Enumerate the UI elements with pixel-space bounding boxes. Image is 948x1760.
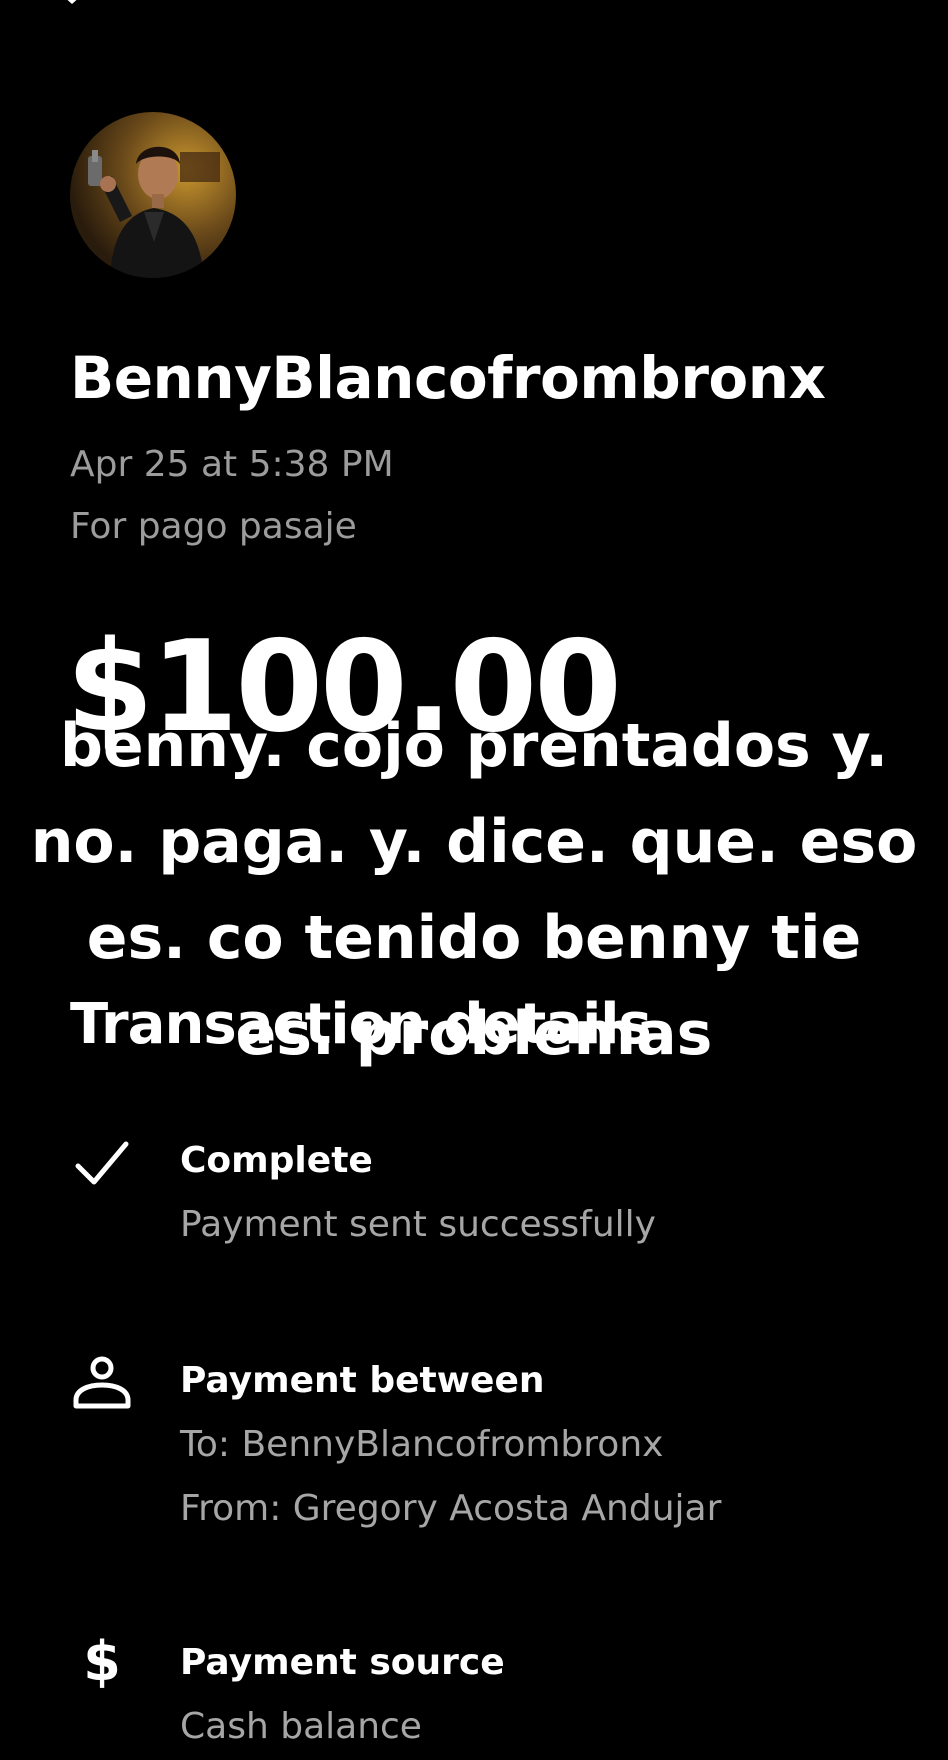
checkmark-icon — [70, 1132, 134, 1196]
transaction-date: Apr 25 at 5:38 PM — [70, 444, 394, 485]
person-icon — [70, 1350, 134, 1414]
overlay-caption: benny. cojo prentados y. no. paga. y. di… — [0, 698, 948, 1082]
close-button[interactable] — [44, 0, 100, 22]
status-title: Complete — [180, 1140, 373, 1181]
payment-from: From: Gregory Acosta Andujar — [180, 1488, 722, 1529]
transaction-note: For pago pasaje — [70, 506, 357, 547]
payment-source-title: Payment source — [180, 1642, 505, 1683]
status-description: Payment sent successfully — [180, 1204, 656, 1245]
dollar-icon: $ — [70, 1630, 134, 1694]
payment-between-title: Payment between — [180, 1360, 545, 1401]
recipient-username: BennyBlancofrombronx — [70, 344, 826, 412]
caption-line: benny. cojo prentados y. — [59, 711, 889, 781]
avatar — [70, 112, 236, 278]
payment-to: To: BennyBlancofrombronx — [180, 1424, 664, 1465]
payment-source-value: Cash balance — [180, 1706, 422, 1747]
close-icon — [44, 0, 100, 22]
caption-line: no. paga. y. dice. que. eso — [30, 807, 918, 877]
dollar-glyph: $ — [83, 1630, 121, 1693]
caption-line: es. co tenido benny tie — [86, 903, 862, 973]
caption-line: es. problemas — [235, 999, 713, 1069]
